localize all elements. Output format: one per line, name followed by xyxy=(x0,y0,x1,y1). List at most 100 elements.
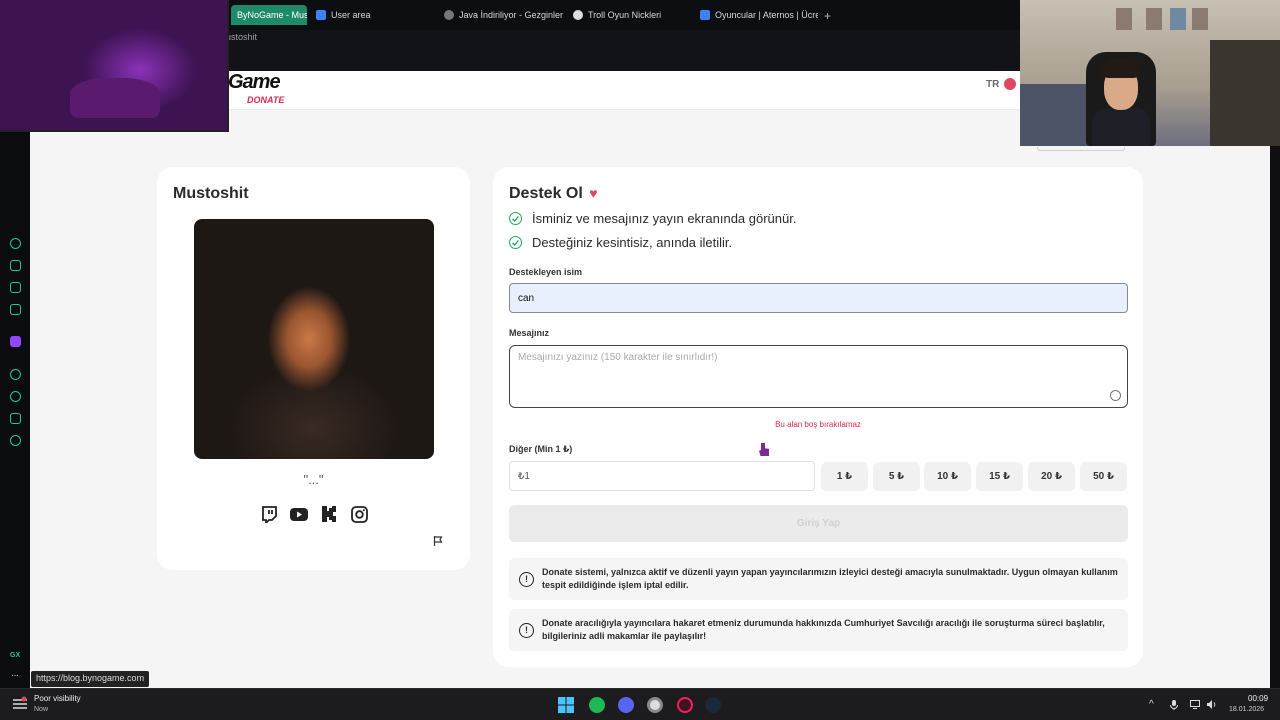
tab-user-area[interactable]: User area xyxy=(316,5,426,25)
streamer-name: Mustoshit xyxy=(173,185,249,202)
webcam-poster xyxy=(1146,8,1162,30)
wallet-icon[interactable] xyxy=(10,282,21,293)
webcam-poster xyxy=(1116,8,1132,30)
play-icon[interactable] xyxy=(10,369,21,380)
preset-amount-button[interactable]: 50 ₺ xyxy=(1080,462,1127,491)
tab-troll[interactable]: Troll Oyun Nickleri xyxy=(573,5,685,25)
shop-icon[interactable] xyxy=(10,260,21,271)
logo-subtitle: DONATE xyxy=(247,95,285,105)
discord-icon[interactable] xyxy=(618,697,634,713)
clock-date[interactable]: 18.01.2026 xyxy=(1229,706,1264,713)
tab-label: Troll Oyun Nickleri xyxy=(588,10,662,20)
amount-input[interactable]: ₺1 xyxy=(509,461,815,491)
tab-favicon-icon xyxy=(700,10,710,20)
kick-icon[interactable] xyxy=(320,505,338,523)
m-icon[interactable] xyxy=(10,304,21,315)
feature-text: Desteğiniz kesintisiz, anında iletilir. xyxy=(532,235,733,250)
weather-title[interactable]: Poor visibility xyxy=(34,694,81,703)
tab-favicon-icon xyxy=(573,10,583,20)
taskbar: Poor visibility Now ^ 00:09 18.01.2026 xyxy=(0,688,1280,720)
notice-text: Donate aracılığıyla yayıncılara hakaret … xyxy=(542,618,1105,641)
preset-amount-button[interactable]: 1 ₺ xyxy=(821,462,868,491)
avatar xyxy=(194,219,434,459)
webcam-poster xyxy=(1170,8,1186,30)
new-tab-button[interactable]: + xyxy=(824,9,831,23)
twitch-icon[interactable] xyxy=(10,336,21,347)
message-placeholder: Mesajınızı yazınız (150 karakter ile sın… xyxy=(518,352,718,363)
preset-amount-button[interactable]: 10 ₺ xyxy=(924,462,971,491)
spotify-icon[interactable] xyxy=(589,697,605,713)
refresh-icon[interactable] xyxy=(10,238,21,249)
webcam-person-body xyxy=(1092,108,1150,146)
tab-label: Java İndiriliyor - Gezginler xyxy=(459,10,564,20)
weather-icon[interactable] xyxy=(12,696,28,712)
page: Game DONATE TR Mustoshit "..." Destek Ol… xyxy=(30,71,1270,688)
weather-subtitle: Now xyxy=(34,706,49,713)
gx-label[interactable]: GX xyxy=(10,652,20,659)
tab-java[interactable]: Java İndiriliyor - Gezginler xyxy=(444,5,564,25)
webcam-clothes xyxy=(1210,40,1280,146)
donate-title-text: Destek Ol xyxy=(509,185,583,202)
logo-text[interactable]: Game xyxy=(228,71,281,94)
header-dropdown-edge xyxy=(1037,147,1125,151)
report-flag-icon[interactable] xyxy=(433,533,443,546)
donate-card: Destek Ol ♥ İsminiz ve mesajınız yayın e… xyxy=(493,167,1143,667)
webcam-scene xyxy=(70,78,160,118)
tab-label: Oyuncular | Aternos | Ücre xyxy=(715,10,818,20)
check-icon xyxy=(509,212,522,225)
error-message: Bu alan boş bırakılamaz xyxy=(775,420,861,429)
amount-label: Diğer (Min 1 ₺) xyxy=(509,444,573,454)
tab-bynogame[interactable]: ByNoGame - Must xyxy=(231,5,307,25)
webcam-overlay-right xyxy=(1020,0,1280,146)
chevron-up-icon[interactable]: ^ xyxy=(1149,700,1159,710)
emoji-icon[interactable] xyxy=(1110,390,1121,401)
preset-amount-button[interactable]: 15 ₺ xyxy=(976,462,1023,491)
profile-card: Mustoshit "..." xyxy=(157,167,470,570)
feature-row: Desteğiniz kesintisiz, anında iletilir. xyxy=(509,235,732,250)
tab-aternos[interactable]: Oyuncular | Aternos | Ücre xyxy=(700,5,818,25)
notice-box: ! Donate sistemi, yalnızca aktif ve düze… xyxy=(509,558,1128,600)
preset-amount-button[interactable]: 20 ₺ xyxy=(1028,462,1075,491)
streamer-bio: "..." xyxy=(303,472,324,487)
feature-row: İsminiz ve mesajınız yayın ekranında gör… xyxy=(509,211,796,226)
volume-icon[interactable] xyxy=(1207,700,1217,710)
windows-icon[interactable] xyxy=(558,697,574,713)
chrome-icon[interactable] xyxy=(647,697,663,713)
address-bar-text[interactable]: ustoshit xyxy=(226,32,257,42)
notice-box: ! Donate aracılığıyla yayıncılara hakare… xyxy=(509,609,1128,651)
tab-favicon-icon xyxy=(444,10,454,20)
opera-gx-icon[interactable] xyxy=(677,697,693,713)
preset-amount-button[interactable]: 5 ₺ xyxy=(873,462,920,491)
heart-icon: ♥ xyxy=(589,185,598,201)
webcam-poster xyxy=(1192,8,1208,30)
status-link-preview: https://blog.bynogame.com xyxy=(31,671,150,687)
clock-icon[interactable] xyxy=(10,391,21,402)
social-links xyxy=(260,505,368,523)
language-flag-icon[interactable] xyxy=(1004,78,1016,90)
pin-icon[interactable] xyxy=(10,413,21,424)
name-input[interactable]: can xyxy=(509,283,1128,313)
notice-text: Donate sistemi, yalnızca aktif ve düzenl… xyxy=(542,567,1118,590)
login-button[interactable]: Giriş Yap xyxy=(509,505,1128,542)
display-icon[interactable] xyxy=(1190,700,1200,710)
message-textarea[interactable]: Mesajınızı yazınız (150 karakter ile sın… xyxy=(509,345,1128,408)
tab-label: User area xyxy=(331,10,371,20)
instagram-icon[interactable] xyxy=(350,505,368,523)
twitch-icon[interactable] xyxy=(260,505,278,523)
check-icon xyxy=(509,236,522,249)
donate-title: Destek Ol ♥ xyxy=(509,185,598,203)
name-label: Destekleyen isim xyxy=(509,267,583,277)
language-selector[interactable]: TR xyxy=(986,79,999,90)
tab-label: ByNoGame - Must xyxy=(237,10,307,20)
settings-icon[interactable] xyxy=(10,435,21,446)
more-icon[interactable]: ··· xyxy=(11,670,19,681)
info-icon: ! xyxy=(519,571,534,587)
webcam-bed xyxy=(1020,84,1090,146)
info-icon: ! xyxy=(519,622,534,638)
steam-icon[interactable] xyxy=(705,697,721,713)
youtube-icon[interactable] xyxy=(290,505,308,523)
tab-favicon-icon xyxy=(316,10,326,20)
webcam-overlay-left xyxy=(0,0,229,132)
clock-time[interactable]: 00:09 xyxy=(1248,694,1268,703)
microphone-icon[interactable] xyxy=(1170,700,1180,710)
